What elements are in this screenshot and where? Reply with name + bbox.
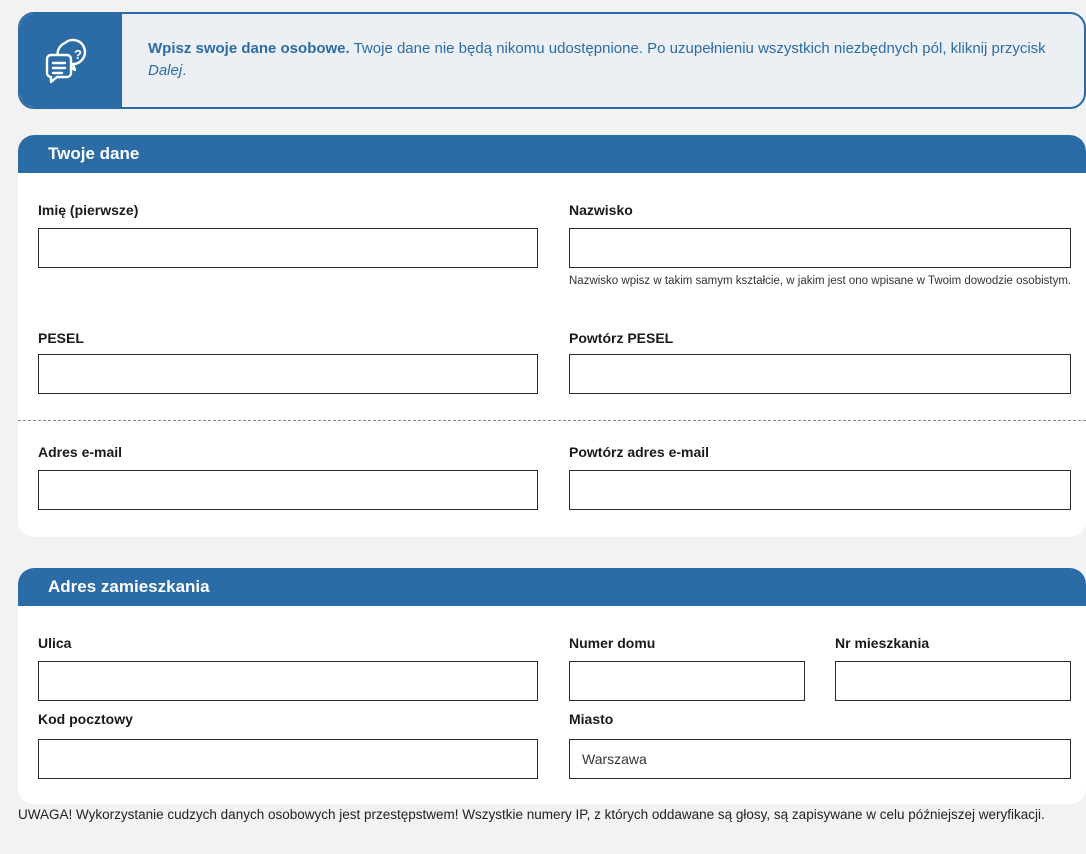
pesel-label: PESEL xyxy=(38,330,84,346)
address-title: Adres zamieszkania xyxy=(18,568,1086,606)
info-italic-next: Dalej xyxy=(148,62,183,79)
svg-text:?: ? xyxy=(74,47,82,62)
first-name-label: Imię (pierwsze) xyxy=(38,202,139,218)
first-name-input[interactable] xyxy=(38,228,538,268)
email-input[interactable] xyxy=(38,470,538,510)
email-repeat-label: Powtórz adres e-mail xyxy=(569,444,710,460)
personal-data-title: Twoje dane xyxy=(18,135,1086,173)
house-number-label: Numer domu xyxy=(569,635,656,651)
last-name-hint: Nazwisko wpisz w takim samym kształcie, … xyxy=(569,275,1072,287)
email-label: Adres e-mail xyxy=(38,444,123,460)
personal-data-panel: Twoje dane Imię (pierwsze) Nazwisko Nazw… xyxy=(18,135,1086,537)
pesel-repeat-input[interactable] xyxy=(569,354,1071,394)
info-banner: ? Wpisz swoje dane osobowe. Twoje dane n… xyxy=(18,12,1086,109)
email-repeat-input[interactable] xyxy=(569,470,1071,510)
info-icon-box: ? xyxy=(20,14,122,107)
apartment-input[interactable] xyxy=(835,661,1071,701)
street-input[interactable] xyxy=(38,661,538,701)
warning-text: UWAGA! Wykorzystanie cudzych danych osob… xyxy=(18,807,1045,822)
info-text: Wpisz swoje dane osobowe. Twoje dane nie… xyxy=(148,38,1068,82)
section-divider xyxy=(18,420,1086,421)
info-bold: Wpisz swoje dane osobowe. xyxy=(148,40,350,57)
last-name-input[interactable] xyxy=(569,228,1071,268)
address-panel: Adres zamieszkania Ulica Numer domu Nr m… xyxy=(18,568,1086,804)
postal-code-input[interactable] xyxy=(38,739,538,779)
city-label: Miasto xyxy=(569,711,614,727)
house-number-input[interactable] xyxy=(569,661,805,701)
info-end: . xyxy=(182,62,187,79)
city-input[interactable] xyxy=(569,739,1071,779)
chat-question-icon: ? xyxy=(45,38,87,83)
last-name-label: Nazwisko xyxy=(569,202,633,218)
postal-code-label: Kod pocztowy xyxy=(38,711,133,727)
pesel-repeat-label: Powtórz PESEL xyxy=(569,330,674,346)
apartment-label: Nr mieszkania xyxy=(835,635,930,651)
street-label: Ulica xyxy=(38,635,72,651)
info-body: Twoje dane nie będą nikomu udostępnione.… xyxy=(349,40,1046,57)
page: ? Wpisz swoje dane osobowe. Twoje dane n… xyxy=(0,0,1086,854)
pesel-input[interactable] xyxy=(38,354,538,394)
